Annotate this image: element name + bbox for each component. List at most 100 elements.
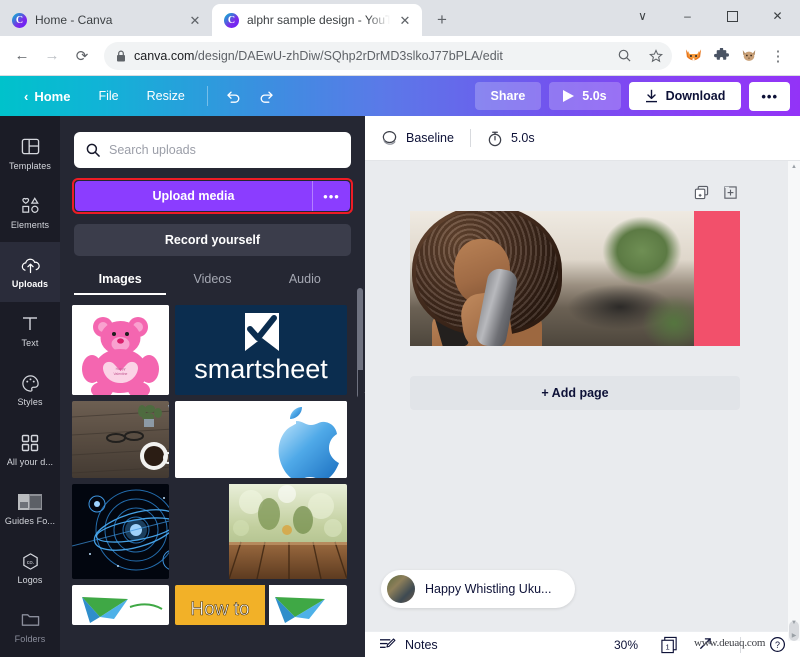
svg-text:Happy: Happy <box>116 367 126 371</box>
cat-icon[interactable] <box>736 43 762 69</box>
search-placeholder: Search uploads <box>109 143 196 157</box>
notes-label: Notes <box>405 637 438 652</box>
thumbnail-wooden-deck-nature[interactable] <box>175 484 347 579</box>
sidebar-item-all-your-designs[interactable]: All your d... <box>0 420 60 479</box>
home-label: Home <box>34 88 71 104</box>
record-yourself-button[interactable]: Record yourself <box>74 224 351 256</box>
resize-button[interactable]: Resize <box>133 83 199 109</box>
new-tab-button[interactable]: + <box>428 6 456 34</box>
sidebar-item-styles[interactable]: Styles <box>0 361 60 420</box>
page-count-badge[interactable]: 1 <box>660 636 679 654</box>
canvas-stage[interactable]: + Add page <box>365 161 800 631</box>
thumbnail-smartsheet-logo[interactable]: smartsheet <box>175 305 347 395</box>
present-button[interactable]: 5.0s <box>549 82 621 110</box>
sidebar-item-label: Logos <box>17 575 43 586</box>
add-page-button[interactable]: + Add page <box>410 376 740 410</box>
address-bar[interactable]: canva.com/design/DAEwU-zhDiw/SQhp2rDrMD3… <box>104 41 672 70</box>
left-sidebar: Templates Elements Uploads Text Styles A… <box>0 116 60 657</box>
tab-images[interactable]: Images <box>74 272 167 295</box>
puzzle-icon[interactable] <box>708 43 734 69</box>
thumbnail-pink-teddy-bear[interactable]: Happy Valentine <box>72 305 169 395</box>
audio-track-chip[interactable]: Happy Whistling Uku... <box>381 570 575 608</box>
maximize-button[interactable] <box>710 0 755 32</box>
tab-title: Home - Canva <box>35 13 113 27</box>
sidebar-item-templates[interactable]: Templates <box>0 124 60 183</box>
tab-search-icon[interactable]: ∨ <box>620 0 665 32</box>
thumbnail-desk-laptop-coffee[interactable] <box>72 401 169 478</box>
scroll-up-arrow[interactable]: ▲ <box>788 161 800 173</box>
page-tools <box>694 185 738 200</box>
thumbnail-apple-logo[interactable] <box>175 401 347 478</box>
star-icon[interactable] <box>644 44 668 68</box>
duration-button[interactable]: 5.0s <box>487 130 535 147</box>
duration-label: 5.0s <box>510 131 535 145</box>
fox-icon[interactable] <box>680 43 706 69</box>
add-page-icon[interactable] <box>723 185 738 200</box>
download-icon <box>645 89 658 103</box>
design-page-thumbnail[interactable] <box>410 211 740 346</box>
more-options-button[interactable]: ••• <box>749 81 790 111</box>
uploads-panel: Search uploads Upload media ••• Record y… <box>60 116 365 657</box>
editor-header: Baseline 5.0s <box>365 116 800 161</box>
baseline-button[interactable]: Baseline <box>381 130 454 146</box>
redo-icon[interactable] <box>250 85 284 107</box>
sidebar-item-elements[interactable]: Elements <box>0 183 60 242</box>
thumbnail-how-to-yellow[interactable]: How to <box>175 585 347 625</box>
browser-tab-home-canva[interactable]: C Home - Canva ✕ <box>0 4 212 36</box>
notes-button[interactable]: Notes <box>379 637 438 652</box>
sidebar-item-logos[interactable]: co. Logos <box>0 539 60 598</box>
thumbnail-paper-plane-white[interactable] <box>72 585 169 625</box>
upload-media-highlight: Upload media ••• <box>72 178 353 214</box>
sidebar-item-label: Text <box>21 338 39 349</box>
sidebar-item-label: Styles <box>17 397 43 408</box>
file-menu[interactable]: File <box>84 83 132 109</box>
sidebar-item-folders[interactable]: Folders <box>0 598 60 657</box>
watermark: www.deuaq.com <box>694 637 766 649</box>
tab-title: alphr sample design - YouTube T <box>247 13 390 27</box>
header-divider <box>469 129 471 147</box>
close-icon[interactable]: ✕ <box>188 14 202 27</box>
close-button[interactable]: ✕ <box>755 0 800 32</box>
search-icon[interactable] <box>612 44 636 68</box>
tab-audio[interactable]: Audio <box>259 272 351 295</box>
sidebar-item-label: All your d... <box>6 456 54 467</box>
download-label: Download <box>665 89 726 103</box>
timer-icon <box>487 130 503 147</box>
all-your-designs-icon <box>21 433 39 453</box>
sidebar-item-text[interactable]: Text <box>0 302 60 361</box>
close-icon[interactable]: ✕ <box>398 14 412 27</box>
sidebar-item-guides-folder[interactable]: Guides Fo... <box>0 479 60 538</box>
share-button[interactable]: Share <box>474 82 542 110</box>
download-button[interactable]: Download <box>628 82 742 110</box>
help-icon[interactable]: ? <box>769 636 786 653</box>
upload-media-button[interactable]: Upload media <box>75 181 312 211</box>
upload-more-button[interactable]: ••• <box>312 181 350 211</box>
browser-toolbar: ← → ⟳ canva.com/design/DAEwU-zhDiw/SQhp2… <box>0 36 800 76</box>
zoom-level[interactable]: 30% <box>614 638 638 652</box>
canvas-vertical-scrollbar[interactable]: ▲ ▼ ▶ <box>788 161 800 641</box>
svg-text:co.: co. <box>26 560 34 566</box>
sidebar-item-label: Templates <box>9 160 51 171</box>
baseline-circle-icon <box>381 130 398 146</box>
back-icon[interactable]: ← <box>8 42 36 70</box>
thumbnail-blue-tech-orbit[interactable] <box>72 484 169 579</box>
scroll-right-arrow[interactable]: ▶ <box>788 629 800 641</box>
reload-icon[interactable]: ⟳ <box>68 42 96 70</box>
uploads-grid: Happy Valentine smartsheet How to <box>72 305 351 625</box>
sidebar-item-label: Guides Fo... <box>4 515 56 526</box>
home-button[interactable]: ‹ Home <box>10 83 84 110</box>
audio-track-name: Happy Whistling Uku... <box>425 582 552 596</box>
canva-icon: C <box>224 12 239 28</box>
scroll-down-arrow[interactable]: ▼ <box>788 617 800 629</box>
sidebar-item-uploads[interactable]: Uploads <box>0 242 60 302</box>
minimize-button[interactable]: – <box>665 0 710 32</box>
browser-tab-alphr-sample-design[interactable]: C alphr sample design - YouTube T ✕ <box>212 4 422 36</box>
duplicate-page-icon[interactable] <box>694 185 709 200</box>
kebab-menu-icon[interactable]: ⋮ <box>764 42 792 70</box>
duration-label: 5.0s <box>582 89 607 103</box>
guides-folder-icon <box>18 492 42 512</box>
forward-icon[interactable]: → <box>38 42 66 70</box>
tab-videos[interactable]: Videos <box>166 272 258 295</box>
undo-icon[interactable] <box>216 85 250 107</box>
search-uploads-field[interactable]: Search uploads <box>74 132 351 168</box>
